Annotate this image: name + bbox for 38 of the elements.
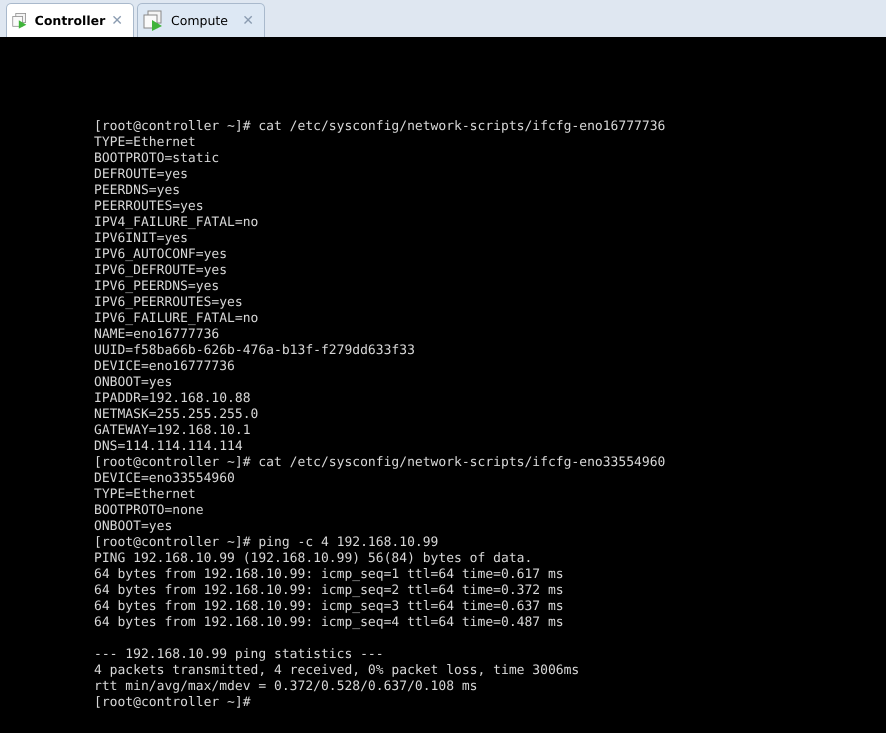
terminal-line: IPV6_FAILURE_FATAL=no xyxy=(94,311,260,327)
terminal-line: 64 bytes from 192.168.10.99: icmp_seq=3 ttl=64 time=0.637 ms xyxy=(94,599,565,615)
terminal-line: TYPE=Ethernet xyxy=(94,487,197,503)
terminal-line: IPV6_PEERROUTES=yes xyxy=(94,295,244,311)
terminal-line: IPV4_FAILURE_FATAL=no xyxy=(94,215,260,231)
terminal-line: [root@controller ~]# cat /etc/sysconfig/network-scripts/ifcfg-eno16777736 xyxy=(94,119,666,135)
terminal-line: DNS=114.114.114.114 xyxy=(94,439,244,455)
terminal-line: PEERROUTES=yes xyxy=(94,199,205,215)
terminal-line: GATEWAY=192.168.10.1 xyxy=(94,423,252,439)
terminal-line: PEERDNS=yes xyxy=(94,183,182,199)
terminal-line: BOOTPROTO=none xyxy=(94,503,205,519)
terminal-line: IPV6_AUTOCONF=yes xyxy=(94,247,228,263)
terminal-line: DEFROUTE=yes xyxy=(94,167,189,183)
terminal-line: PING 192.168.10.99 (192.168.10.99) 56(84) bytes of data. xyxy=(94,551,534,567)
terminal-line: 64 bytes from 192.168.10.99: icmp_seq=4 ttl=64 time=0.487 ms xyxy=(94,615,565,631)
terminal-line: 4 packets transmitted, 4 received, 0% packet loss, time 3006ms xyxy=(94,663,580,679)
terminal-line: BOOTPROTO=static xyxy=(94,151,220,167)
terminal-line: 64 bytes from 192.168.10.99: icmp_seq=2 ttl=64 time=0.372 ms xyxy=(94,583,565,599)
terminal-line: UUID=f58ba66b-626b-476a-b13f-f279dd633f33 xyxy=(94,343,416,359)
terminal-line: rtt min/avg/max/mdev = 0.372/0.528/0.637/0.108 ms xyxy=(94,679,479,695)
terminal-line: [root@controller ~]# cat /etc/sysconfig/network-scripts/ifcfg-eno33554960 xyxy=(94,455,666,471)
terminal-line: TYPE=Ethernet xyxy=(94,135,197,151)
terminal-line: DEVICE=eno16777736 xyxy=(94,359,236,375)
terminal-line: IPV6_PEERDNS=yes xyxy=(94,279,220,295)
terminal-line: [root@controller ~]# ping -c 4 192.168.10.99 xyxy=(94,535,440,551)
tab[interactable]: Controller ✕ xyxy=(6,3,134,37)
terminal-line: IPV6INIT=yes xyxy=(94,231,189,247)
terminal-line: DEVICE=eno33554960 xyxy=(94,471,236,487)
terminal-line: [root@controller ~]# xyxy=(94,695,252,711)
terminal-line: IPADDR=192.168.10.88 xyxy=(94,391,252,407)
tab[interactable]: Compute ✕ xyxy=(137,3,265,37)
terminal-line: 64 bytes from 192.168.10.99: icmp_seq=1 ttl=64 time=0.617 ms xyxy=(94,567,565,583)
terminal-line: NAME=eno16777736 xyxy=(94,327,220,343)
terminal-line: IPV6_DEFROUTE=yes xyxy=(94,263,228,279)
terminal-line: ONBOOT=yes xyxy=(94,375,174,391)
terminal-line: --- 192.168.10.99 ping statistics --- xyxy=(94,647,385,663)
terminal-line: ONBOOT=yes xyxy=(94,519,174,535)
terminal-line: NETMASK=255.255.255.0 xyxy=(94,407,260,423)
